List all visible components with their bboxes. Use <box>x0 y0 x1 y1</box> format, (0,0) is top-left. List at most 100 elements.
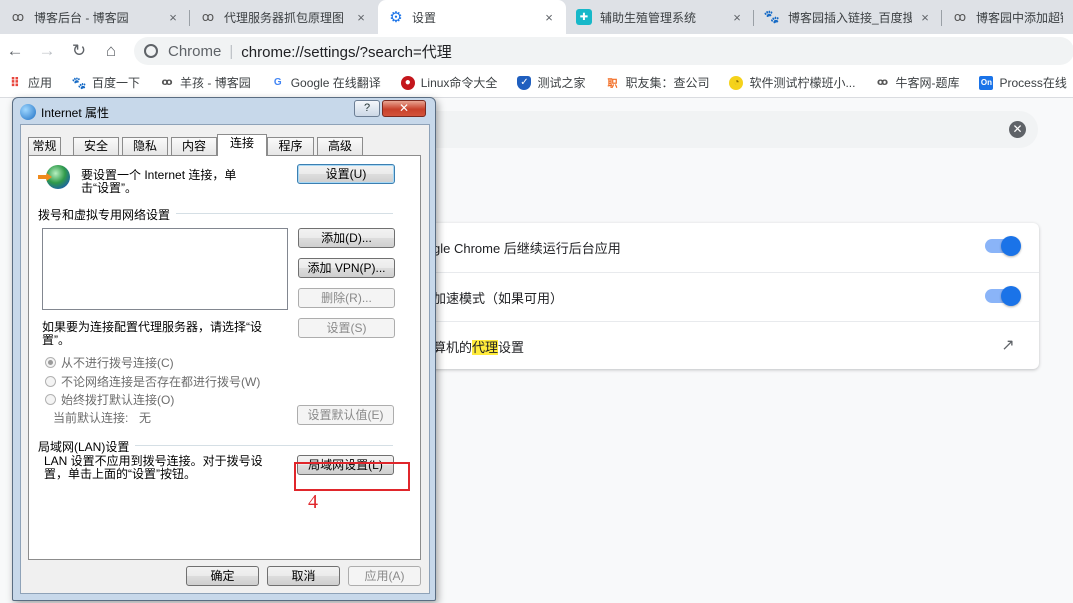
tab-advanced[interactable]: 高级 <box>317 137 363 155</box>
add-vpn-button[interactable]: 添加 VPN(P)... <box>298 258 395 278</box>
bookmark-testhome[interactable]: ✓ 测试之家 <box>517 74 585 91</box>
bookmark-cnblogs[interactable]: ꝏ 羊孩 - 博客园 <box>160 74 251 91</box>
dialog-body: 常规 安全 隐私 内容 连接 程序 高级 要设置一个 Internet 连接，单… <box>20 124 430 594</box>
close-tab-icon[interactable]: × <box>542 10 556 25</box>
tab-title: 代理服务器抓包原理图 <box>224 10 345 25</box>
browser-tab-settings[interactable]: ⚙ 设置 × <box>378 0 566 34</box>
radio-label: 不论网络连接是否存在都进行拨号(W) <box>61 375 261 389</box>
cnblogs-icon: ꝏ <box>11 10 25 24</box>
omnibox-divider: | <box>229 42 234 60</box>
proxy-text: 如果要为连接配置代理服务器，请选择“设置”。 <box>42 320 262 347</box>
system-settings-card: gle Chrome 后继续运行后台应用 加速模式（如果可用） 算机的代理设置 … <box>395 223 1039 369</box>
back-arrow-icon[interactable]: ← <box>4 40 26 62</box>
close-tab-icon[interactable]: × <box>730 10 744 25</box>
bookmark-label: 百度一下 <box>92 76 141 90</box>
browser-tab-4[interactable]: ✚ 辅助生殖管理系统 × <box>566 2 754 32</box>
bookmark-processon[interactable]: On Process在线 <box>979 74 1067 91</box>
apply-button[interactable]: 应用(A) <box>348 566 421 586</box>
proxy-settings-row[interactable]: 算机的代理设置 ↗ <box>395 321 1039 370</box>
current-default-label: 当前默认连接: <box>53 411 129 425</box>
settings-search-field[interactable]: ✕ <box>395 111 1038 148</box>
browser-toolbar: ← → ↻ ⌂ Chrome | chrome://settings/?sear… <box>0 34 1073 68</box>
tab-title: 博客后台 - 博客园 <box>34 10 129 25</box>
settings-gear-icon: ⚙ <box>389 9 403 26</box>
site-label: Chrome <box>168 42 222 60</box>
reload-icon[interactable]: ↻ <box>68 40 90 62</box>
tab-security[interactable]: 安全 <box>73 137 119 155</box>
dialog-titlebar[interactable]: Internet 属性 ? ✕ <box>13 98 435 124</box>
help-button[interactable]: ? <box>354 100 380 117</box>
dialog-title: Internet 属性 <box>41 106 110 120</box>
background-apps-toggle[interactable] <box>985 236 1021 256</box>
google-icon: G <box>273 77 282 88</box>
url-text: chrome://settings/?search=代理 <box>241 43 452 61</box>
row-label-suffix: 设置 <box>498 339 525 355</box>
bookmark-nowcoder[interactable]: ꝏ 牛客网-题库 <box>875 74 960 91</box>
proxy-settings-button[interactable]: 设置(S) <box>298 318 395 338</box>
background-apps-row[interactable]: gle Chrome 后继续运行后台应用 <box>395 223 1039 272</box>
tab-general[interactable]: 常规 <box>28 137 61 155</box>
annotation-highlight-box <box>294 462 410 491</box>
baidu-icon: 🐾 <box>71 75 87 90</box>
bookmark-google-translate[interactable]: G Google 在线翻译 <box>271 74 381 91</box>
tab-connections[interactable]: 连接 <box>217 134 267 156</box>
tab-programs[interactable]: 程序 <box>267 137 314 155</box>
setup-button[interactable]: 设置(U) <box>297 164 395 184</box>
clear-search-icon[interactable]: ✕ <box>1009 121 1026 138</box>
jobui-icon: 职 <box>607 79 618 90</box>
tab-title: 设置 <box>412 10 437 25</box>
bookmarks-bar: ⠿ 应用 🐾 百度一下 ꝏ 羊孩 - 博客园 G Google 在线翻译 ● L… <box>0 68 1073 98</box>
home-icon[interactable]: ⌂ <box>100 40 122 62</box>
radio-dial-when-no-network[interactable]: 不论网络连接是否存在都进行拨号(W) <box>45 373 260 390</box>
connections-listbox[interactable] <box>42 228 288 310</box>
tab-title: 博客园插入链接_百度搜 <box>788 10 912 25</box>
connections-panel: 要设置一个 Internet 连接，单击“设置”。 设置(U) 拨号和虚拟专用网… <box>28 155 421 560</box>
annotation-step-number: 4 <box>308 491 318 513</box>
cnblogs-icon: ꝏ <box>161 77 173 88</box>
tab-content[interactable]: 内容 <box>171 137 217 155</box>
browser-tab-5[interactable]: 🐾 博客园插入链接_百度搜 × <box>754 2 942 32</box>
internet-properties-dialog: Internet 属性 ? ✕ 常规 安全 隐私 内容 连接 程序 高级 要设置… <box>12 97 436 601</box>
radio-always-dial-default[interactable]: 始终拨打默认连接(O) <box>45 391 174 408</box>
hardware-acceleration-toggle[interactable] <box>985 286 1021 306</box>
bookmark-label: Process在线 <box>999 76 1067 90</box>
close-button[interactable]: ✕ <box>382 100 426 117</box>
hardware-acceleration-row[interactable]: 加速模式（如果可用） <box>395 272 1039 321</box>
bookmark-baidu[interactable]: 🐾 百度一下 <box>72 74 140 91</box>
remove-button[interactable]: 删除(R)... <box>298 288 395 308</box>
setup-text: 要设置一个 Internet 连接，单击“设置”。 <box>81 168 237 195</box>
bookmark-label: 软件测试柠檬班小... <box>749 76 856 90</box>
tab-privacy[interactable]: 隐私 <box>122 137 168 155</box>
connection-wizard-icon <box>38 165 70 191</box>
add-button[interactable]: 添加(D)... <box>298 228 395 248</box>
cnblogs-icon: ꝏ <box>201 10 215 24</box>
bookmark-lemon[interactable]: ◔ 软件测试柠檬班小... <box>729 74 855 91</box>
tab-title: 博客园中添加超链接 <box>976 10 1063 25</box>
row-label: 加速模式（如果可用） <box>433 290 564 306</box>
forward-arrow-icon[interactable]: → <box>36 40 58 62</box>
browser-tab-2[interactable]: ꝏ 代理服务器抓包原理图 × <box>190 2 378 32</box>
close-tab-icon[interactable]: × <box>166 10 180 25</box>
dialup-group-header: 拨号和虚拟专用网络设置 <box>38 206 177 223</box>
radio-never-dial[interactable]: 从不进行拨号连接(C) <box>45 354 174 371</box>
row-label: 算机的代理设置 <box>433 337 524 356</box>
set-default-button[interactable]: 设置默认值(E) <box>297 405 394 425</box>
radio-indicator <box>45 357 56 368</box>
open-external-icon[interactable]: ↗ <box>999 337 1017 355</box>
nowcoder-icon: ꝏ <box>876 77 889 88</box>
bookmark-linux[interactable]: ● Linux命令大全 <box>400 74 497 91</box>
cancel-button[interactable]: 取消 <box>267 566 340 586</box>
browser-tab-6[interactable]: ꝏ 博客园中添加超链接 <box>942 2 1073 32</box>
app-icon: ✚ <box>576 9 592 25</box>
toggle-knob <box>1001 286 1021 306</box>
browser-tab-1[interactable]: ꝏ 博客后台 - 博客园 × <box>0 2 190 32</box>
address-bar[interactable]: Chrome | chrome://settings/?search=代理 <box>134 37 1073 65</box>
close-tab-icon[interactable]: × <box>354 10 368 25</box>
bookmark-apps[interactable]: ⠿ 应用 <box>8 74 52 91</box>
lemon-icon: ◔ <box>729 75 744 90</box>
row-label: gle Chrome 后继续运行后台应用 <box>433 241 621 256</box>
internet-globe-icon <box>20 104 36 120</box>
close-tab-icon[interactable]: × <box>918 10 932 25</box>
bookmark-jobui[interactable]: 职 职友集：查公司 <box>605 74 709 91</box>
ok-button[interactable]: 确定 <box>186 566 259 586</box>
